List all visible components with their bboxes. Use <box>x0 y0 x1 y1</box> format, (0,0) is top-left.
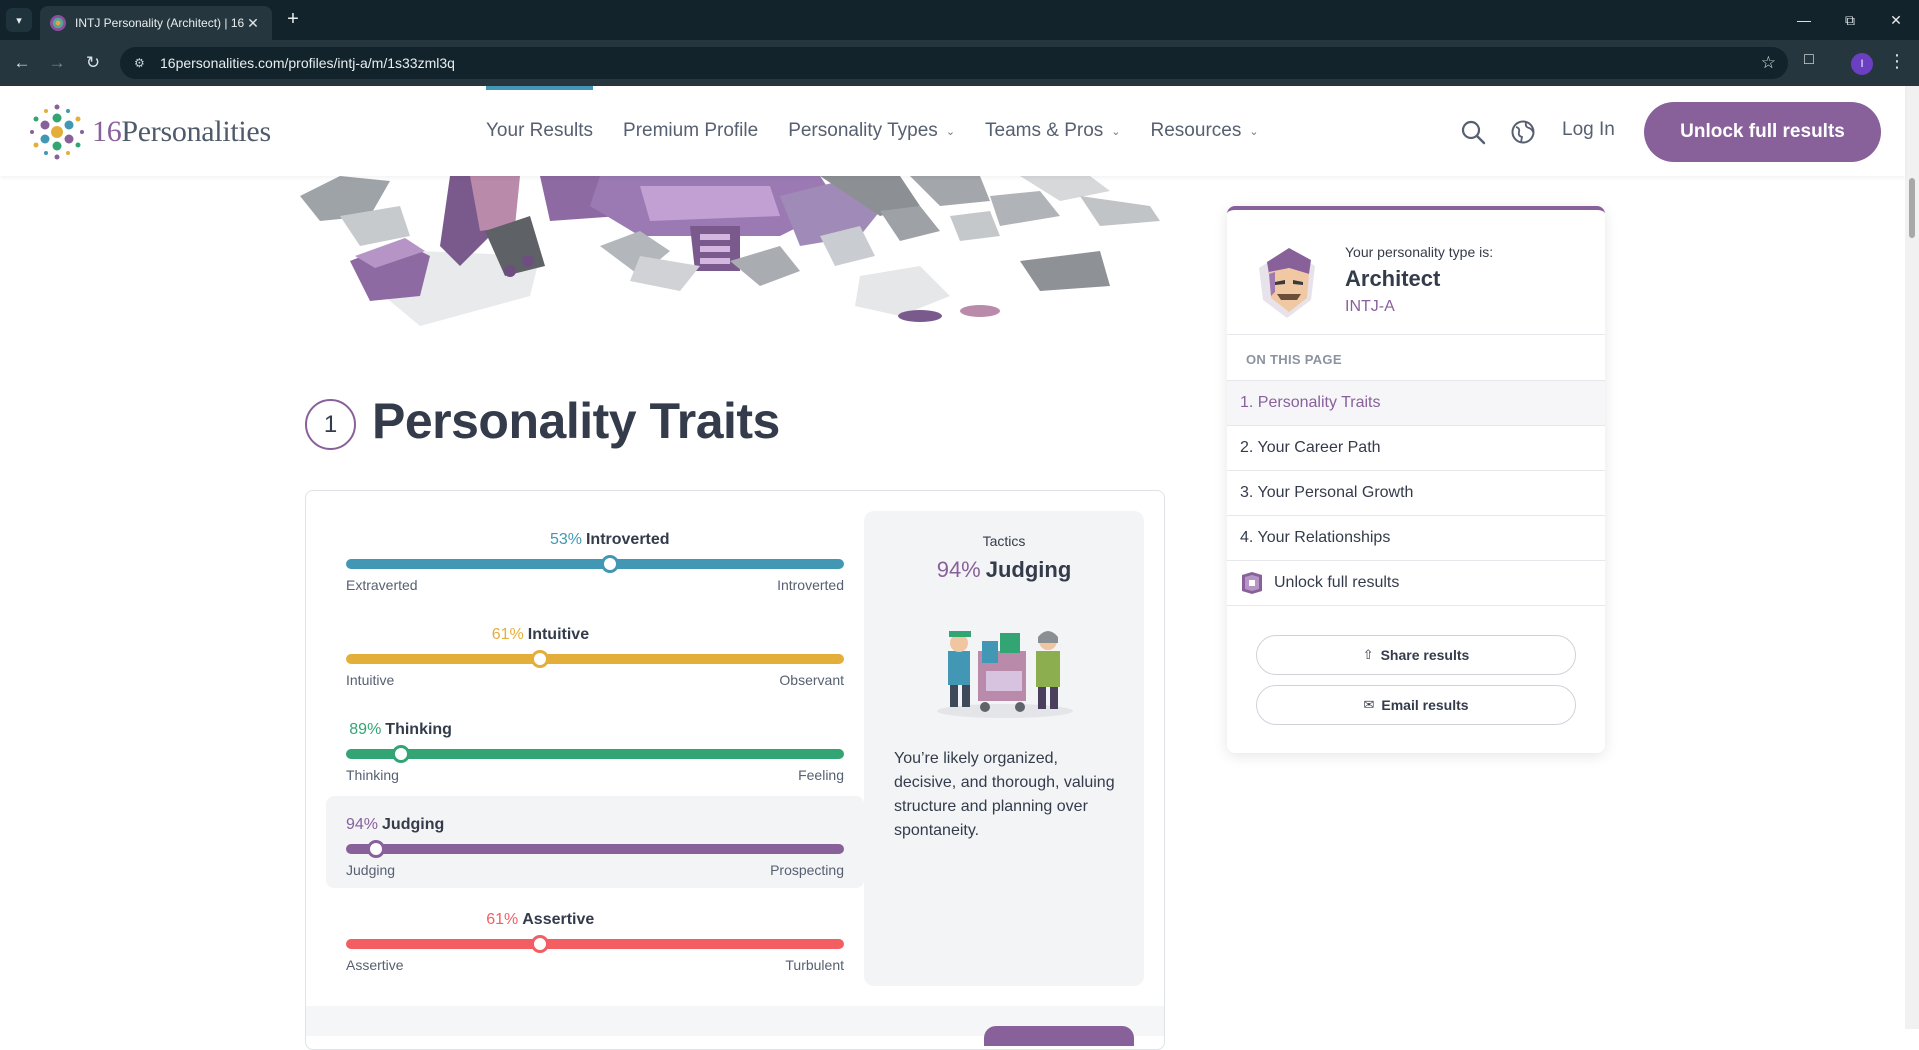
nav-your-results[interactable]: Your Results <box>486 86 594 176</box>
search-icon[interactable] <box>1460 119 1486 145</box>
on-this-page-heading: ON THIS PAGE <box>1246 352 1342 367</box>
reload-icon[interactable]: ↻ <box>79 49 107 77</box>
trait-row-tactics[interactable]: 94% Judging Judging Prospecting <box>326 796 864 888</box>
address-bar[interactable]: ⚙ 16personalities.com/profiles/intj-a/m/… <box>120 47 1788 79</box>
trait-right-pole: Prospecting <box>770 862 844 878</box>
share-icon: ⇧ <box>1362 647 1374 662</box>
trait-right-pole: Feeling <box>798 767 844 783</box>
chevron-down-icon: ⌄ <box>1249 125 1259 138</box>
sidebar-item-personal-growth[interactable]: 3. Your Personal Growth <box>1227 471 1605 516</box>
email-icon: ✉ <box>1363 697 1375 712</box>
trait-bar-knob[interactable] <box>366 840 385 858</box>
browser-tabbar: ▾ INTJ Personality (Architect) | 16P ✕ +… <box>0 0 1919 40</box>
site-header: 16Personalities Your Results Premium Pro… <box>0 86 1905 176</box>
main-nav: Your Results Premium Profile Personality… <box>486 86 1289 176</box>
trait-left-pole: Judging <box>346 862 396 878</box>
trait-bar <box>346 844 844 854</box>
trait-bar <box>346 939 844 949</box>
login-link[interactable]: Log In <box>1562 119 1615 141</box>
close-window-icon[interactable]: ✕ <box>1873 0 1919 40</box>
chevron-down-icon: ⌄ <box>1111 125 1121 138</box>
section-number-badge: 1 <box>305 399 356 450</box>
trait-score-label: 94% Judging <box>346 816 445 833</box>
nav-personality-types[interactable]: Personality Types ⌄ <box>788 86 955 176</box>
trait-bar-knob[interactable] <box>391 745 410 763</box>
results-sidebar: Your personality type is: Architect INTJ… <box>1227 206 1605 753</box>
browser-toolbar: ← → ↻ ⚙ 16personalities.com/profiles/int… <box>0 40 1919 86</box>
trait-score-label: 61% Assertive <box>486 911 595 928</box>
browser-tab[interactable]: INTJ Personality (Architect) | 16P ✕ <box>40 6 272 40</box>
trait-left-pole: Thinking <box>346 767 399 783</box>
trait-row-energy[interactable]: 61% Intuitive Intuitive Observant <box>326 606 864 698</box>
close-tab-icon[interactable]: ✕ <box>244 15 262 32</box>
site-logo[interactable]: 16Personalities <box>28 103 271 161</box>
nav-resources[interactable]: Resources ⌄ <box>1151 86 1259 176</box>
back-arrow-icon[interactable]: ← <box>8 49 36 77</box>
favicon-icon <box>50 15 66 31</box>
trait-score-label: 53% Introverted <box>549 531 670 548</box>
trait-left-pole: Extraverted <box>346 577 418 593</box>
restore-window-icon[interactable]: ⧉ <box>1827 0 1873 40</box>
tab-search-chevron-icon[interactable]: ▾ <box>6 8 32 32</box>
trait-bar-knob[interactable] <box>531 650 550 668</box>
new-tab-plus-icon[interactable]: + <box>280 8 306 32</box>
trait-left-pole: Assertive <box>346 957 404 973</box>
email-results-button[interactable]: ✉ Email results <box>1256 685 1576 725</box>
trait-bar <box>346 749 844 759</box>
globe-language-icon[interactable] <box>1510 119 1536 145</box>
trait-score-label: 61% Intuitive <box>491 626 590 643</box>
tab-title: INTJ Personality (Architect) | 16P <box>75 16 244 30</box>
bookmark-star-icon[interactable]: ☆ <box>1761 53 1776 73</box>
chevron-down-icon: ⌄ <box>945 125 956 138</box>
trait-right-pole: Introverted <box>777 577 844 593</box>
architect-hero-illustration <box>300 176 1160 326</box>
type-caption: Your personality type is: <box>1345 244 1494 260</box>
trait-row-nature[interactable]: 89% Thinking Thinking Feeling <box>326 701 864 793</box>
personality-type-code: INTJ-A <box>1345 298 1395 315</box>
trait-detail-description: You’re likely organized, decisive, and t… <box>894 750 1115 839</box>
trait-row-mind[interactable]: 53% Introverted Extraverted Introverted <box>326 511 864 603</box>
trait-bar-knob[interactable] <box>600 555 619 573</box>
sidebar-item-personality-traits[interactable]: 1. Personality Traits <box>1227 381 1605 426</box>
trait-bar-knob[interactable] <box>531 935 550 953</box>
trait-right-pole: Observant <box>779 672 844 688</box>
tactics-illustration <box>937 631 1073 718</box>
url-text: 16personalities.com/profiles/intj-a/m/1s… <box>160 55 455 71</box>
nav-premium-profile[interactable]: Premium Profile <box>623 86 758 176</box>
architect-avatar <box>1259 248 1315 318</box>
logo-dots-icon <box>30 104 84 160</box>
trait-right-pole: Turbulent <box>785 957 844 973</box>
forward-arrow-icon[interactable]: → <box>43 49 71 77</box>
trait-category-label: Tactics <box>982 533 1026 549</box>
sidebar-divider <box>1227 334 1605 335</box>
scrollbar-thumb[interactable] <box>1909 178 1915 238</box>
personality-type-name: Architect <box>1345 266 1441 291</box>
site-info-icon[interactable]: ⚙ <box>134 56 150 70</box>
trait-score-label: 89% Thinking <box>349 721 452 738</box>
trait-bar <box>346 654 844 664</box>
page-title: Personality Traits <box>372 393 780 449</box>
nav-teams-pros[interactable]: Teams & Pros ⌄ <box>985 86 1120 176</box>
unlock-full-results-button[interactable]: Unlock full results <box>1644 102 1881 162</box>
profile-avatar[interactable]: I <box>1851 53 1873 75</box>
browser-menu-icon[interactable]: ⋮ <box>1887 51 1907 75</box>
premium-unlock-icon <box>1242 572 1262 594</box>
extensions-puzzle-icon[interactable]: □ <box>1797 51 1821 75</box>
share-results-button[interactable]: ⇧ Share results <box>1256 635 1576 675</box>
logo-wordmark: 16Personalities <box>92 115 271 148</box>
traits-footer-button[interactable] <box>984 1026 1134 1046</box>
trait-row-identity[interactable]: 61% Assertive Assertive Turbulent <box>326 891 864 983</box>
trait-detail-score: 94% Judging <box>936 557 1072 582</box>
trait-left-pole: Intuitive <box>346 672 395 688</box>
sidebar-item-relationships[interactable]: 4. Your Relationships <box>1227 516 1605 561</box>
trait-bar <box>346 559 844 569</box>
trait-detail-panel: Tactics 94% Judging You’re likely organiz… <box>864 511 1144 986</box>
sidebar-item-career-path[interactable]: 2. Your Career Path <box>1227 426 1605 471</box>
sidebar-item-unlock[interactable]: Unlock full results <box>1227 561 1605 606</box>
minimize-icon[interactable]: — <box>1781 0 1827 40</box>
